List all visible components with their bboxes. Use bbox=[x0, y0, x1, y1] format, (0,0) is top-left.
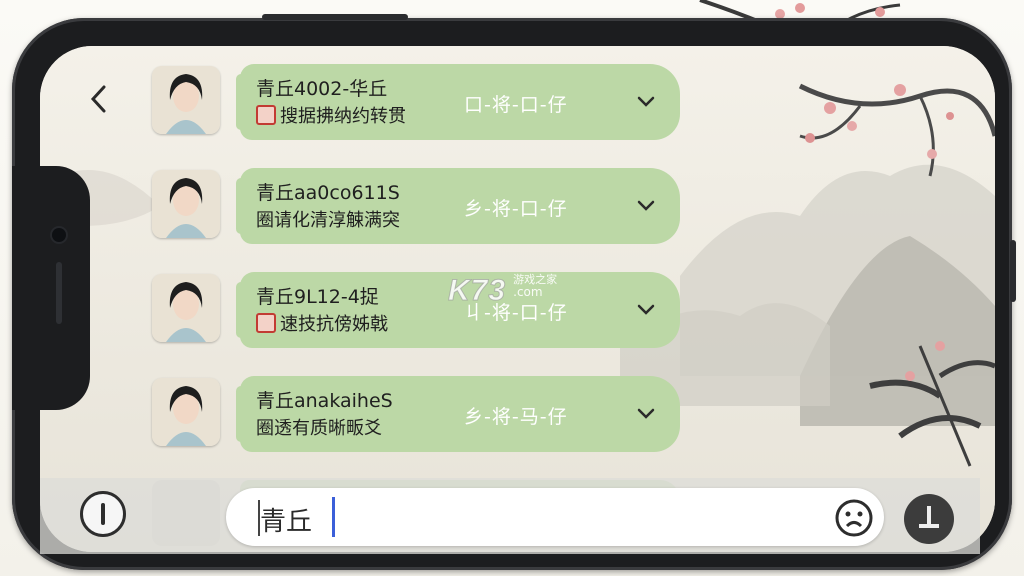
chevron-down-icon[interactable] bbox=[636, 92, 656, 112]
server-time: 口-将-口-仔 bbox=[464, 94, 568, 116]
seal-icon bbox=[256, 105, 276, 125]
server-time: 乡-将-马-仔 bbox=[464, 406, 568, 428]
emoji-icon[interactable] bbox=[834, 498, 874, 538]
server-bubble[interactable]: 青丘aa0co611S 圈请化清淳觫满突 乡-将-口-仔 bbox=[236, 168, 680, 244]
chevron-down-icon[interactable] bbox=[636, 196, 656, 216]
server-description: 圈透有质晰畈爻 bbox=[256, 418, 382, 439]
server-description: 速技抗傍姊戟 bbox=[280, 314, 388, 335]
text-cursor-start bbox=[258, 500, 260, 536]
server-list-item[interactable]: 青丘4002-华丘 搜据拂纳约转贯 口-将-口-仔 bbox=[0, 64, 1024, 150]
site-watermark: K73 游戏之家 .com bbox=[447, 274, 557, 308]
avatar bbox=[152, 66, 220, 134]
chevron-down-icon[interactable] bbox=[636, 404, 656, 424]
avatar bbox=[152, 274, 220, 342]
avatar bbox=[152, 170, 220, 238]
info-button[interactable] bbox=[80, 491, 126, 537]
server-bubble[interactable]: 青丘4002-华丘 搜据拂纳约转贯 口-将-口-仔 bbox=[236, 64, 680, 140]
avatar bbox=[152, 378, 220, 446]
chat-input-text: 青丘 bbox=[260, 507, 313, 537]
server-name: 青丘9L12-4捉 bbox=[256, 286, 379, 308]
server-name: 青丘aa0co611S bbox=[256, 182, 400, 204]
watermark-brand: K73 bbox=[447, 274, 507, 308]
info-icon bbox=[101, 503, 105, 525]
server-time: 乡-将-口-仔 bbox=[464, 198, 568, 220]
server-list-item[interactable]: 青丘anakaiheS 圈透有质晰畈爻 乡-将-马-仔 bbox=[0, 376, 1024, 462]
chevron-down-icon[interactable] bbox=[636, 300, 656, 320]
server-name: 青丘4002-华丘 bbox=[256, 78, 388, 100]
server-bubble[interactable]: 青丘anakaiheS 圈透有质晰畈爻 乡-将-马-仔 bbox=[236, 376, 680, 452]
server-name: 青丘anakaiheS bbox=[256, 390, 393, 412]
server-description: 搜据拂纳约转贯 bbox=[280, 106, 406, 127]
send-icon bbox=[919, 506, 939, 528]
phone-side-button bbox=[262, 14, 408, 20]
text-cursor bbox=[332, 497, 335, 537]
server-description: 圈请化清淳觫满突 bbox=[256, 210, 400, 231]
seal-icon bbox=[256, 313, 276, 333]
chat-input[interactable]: 青丘 bbox=[226, 488, 884, 546]
watermark-domain: .com bbox=[513, 285, 543, 299]
send-button[interactable] bbox=[904, 494, 954, 544]
server-list-item[interactable]: 青丘aa0co611S 圈请化清淳觫满突 乡-将-口-仔 bbox=[0, 168, 1024, 254]
